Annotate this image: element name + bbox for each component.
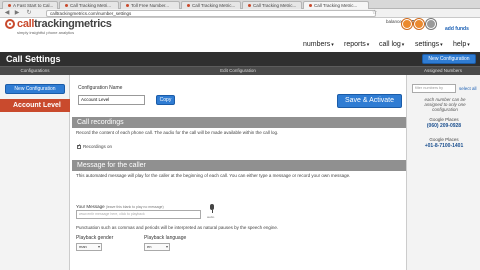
edit-configuration-header: Edit Configuration <box>220 68 256 73</box>
configurations-sidebar: New Configuration Account Level <box>0 75 70 270</box>
logo-text-call: call <box>17 18 35 30</box>
tagline: simply insightful phone analytics <box>17 30 75 35</box>
nav-label: reports <box>344 41 366 48</box>
browser-tab[interactable]: Call Tracking Metri... <box>59 1 119 9</box>
edit-configuration-pane: Configuration Name Account Level Copy Sa… <box>70 75 406 270</box>
nav-reports[interactable]: reports▾ <box>344 41 369 48</box>
message-heading: Message for the caller <box>72 160 406 171</box>
microphone-label: audio <box>207 215 215 219</box>
bookmark-star-icon[interactable]: ☆ <box>372 10 377 16</box>
number-name: Google Places <box>429 137 459 142</box>
playback-gender-select[interactable]: man ▾ <box>76 243 102 251</box>
favicon-icon <box>8 4 11 8</box>
checkbox-checked-icon[interactable] <box>77 143 81 149</box>
playback-language-label: Playback language <box>144 235 187 241</box>
browser-tab[interactable]: Call Tracking Metric... <box>242 1 302 9</box>
chevron-down-icon: ▾ <box>440 42 443 48</box>
logo-text-rest: trackingmetrics <box>34 18 112 30</box>
call-recordings-description: Record the content of each phone call. T… <box>76 130 279 135</box>
reload-icon[interactable]: ↻ <box>26 10 32 16</box>
assigned-numbers-header: Assigned Numbers <box>423 68 463 73</box>
nav-label: settings <box>415 41 440 48</box>
notification-icon[interactable] <box>402 19 412 29</box>
tab-label: Call Tracking Metric... <box>253 3 297 8</box>
your-message-label-text: Your Message <box>76 204 105 209</box>
select-all-link[interactable]: select all <box>459 86 477 91</box>
assignment-note: each number can be assigned to only one … <box>424 97 466 112</box>
new-configuration-button[interactable]: New Configuration <box>422 54 476 64</box>
browser-tab-active[interactable]: Call Tracking Metric... <box>303 1 369 9</box>
address-bar[interactable]: calltrackingmetrics.com/number_settings <box>46 10 376 17</box>
chevron-down-icon: ▾ <box>401 42 405 48</box>
page-title: Call Settings <box>6 54 61 64</box>
favicon-icon <box>248 4 251 8</box>
save-activate-button[interactable]: Save & Activate <box>337 94 402 108</box>
microphone-icon[interactable] <box>209 204 215 214</box>
nav-settings[interactable]: settings▾ <box>415 41 443 48</box>
balance-label: balance <box>386 19 402 24</box>
page-titlebar: Call Settings New Configuration <box>0 52 480 66</box>
chevron-down-icon: ▾ <box>165 244 168 249</box>
tab-label: A Fast Start to Cal... <box>13 3 54 8</box>
back-icon[interactable]: ◀ <box>4 10 10 16</box>
sidebar-item-account-level[interactable]: Account Level <box>0 99 70 112</box>
column-header-bar: Configurations Edit Configuration Assign… <box>0 66 480 75</box>
playback-gender-label: Playback gender <box>76 235 114 241</box>
logo[interactable]: calltrackingmetrics <box>17 18 112 30</box>
recordings-checkbox-label: Recordings on <box>83 144 113 149</box>
user-avatar-icon[interactable] <box>426 19 436 29</box>
configurations-header: Configurations <box>20 68 50 73</box>
configuration-name-input[interactable]: Account Level <box>78 95 145 105</box>
logo-icon <box>5 19 15 29</box>
copy-button[interactable]: Copy <box>156 95 175 105</box>
playback-gender-value: man <box>79 244 87 249</box>
configuration-name-label: Configuration Name <box>78 85 123 91</box>
tab-label: Call Tracking Metri... <box>70 3 112 8</box>
chevron-down-icon: ▾ <box>97 244 100 249</box>
recordings-checkbox[interactable]: Recordings on <box>77 143 113 149</box>
your-message-label: Your Message (leave this blank to play n… <box>76 204 164 209</box>
account-icon[interactable] <box>414 19 424 29</box>
number-filter-input[interactable]: filter numbers by <box>412 84 456 93</box>
favicon-icon <box>65 4 68 8</box>
favicon-icon <box>187 4 190 8</box>
chevron-down-icon: ▾ <box>467 42 470 48</box>
nav-label: numbers <box>303 41 331 48</box>
favicon-icon <box>309 4 312 8</box>
nav-help[interactable]: help▾ <box>453 41 470 48</box>
nav-call-log[interactable]: call log▾ <box>379 41 404 48</box>
nav-label: help <box>453 41 467 48</box>
message-input[interactable]: www.entir message here, click to playbac… <box>76 210 201 219</box>
nav-label: call log <box>379 41 401 48</box>
browser-tab-bar: A Fast Start to Cal... Call Tracking Met… <box>0 0 480 9</box>
assigned-numbers-sidebar: filter numbers by select all each number… <box>406 75 480 270</box>
playback-language-select[interactable]: en ▾ <box>144 243 170 251</box>
add-funds-link[interactable]: add funds <box>445 26 469 32</box>
tab-label: Toll Free Number... <box>131 3 170 8</box>
browser-tab[interactable]: Toll Free Number... <box>120 1 180 9</box>
chevron-down-icon: ▾ <box>331 42 334 48</box>
call-recordings-heading: Call recordings <box>72 117 406 128</box>
playback-language-value: en <box>147 244 152 249</box>
chevron-down-icon: ▾ <box>366 42 370 48</box>
punctuation-note: Punctuation such as commas and periods w… <box>76 225 279 230</box>
tracking-number[interactable]: (060) 209-0928 <box>411 123 477 129</box>
microphone-stand <box>211 210 213 213</box>
tab-label: Call Tracking Metric... <box>192 3 236 8</box>
forward-icon[interactable]: ▶ <box>14 10 20 16</box>
tracking-number[interactable]: +01-8-7100-1401 <box>411 143 477 149</box>
browser-tab[interactable]: A Fast Start to Cal... <box>2 1 58 9</box>
favicon-icon <box>126 4 129 8</box>
browser-toolbar: ◀ ▶ ↻ calltrackingmetrics.com/number_set… <box>0 9 480 18</box>
number-name: Google Places <box>429 117 459 122</box>
sidebar-new-configuration-button[interactable]: New Configuration <box>5 84 65 94</box>
message-description: This automated message will play for the… <box>76 173 351 178</box>
tab-label: Call Tracking Metric... <box>314 3 358 8</box>
browser-tab[interactable]: Call Tracking Metric... <box>181 1 241 9</box>
your-message-hint: (leave this blank to play no message) <box>105 205 164 209</box>
nav-numbers[interactable]: numbers▾ <box>303 41 334 48</box>
